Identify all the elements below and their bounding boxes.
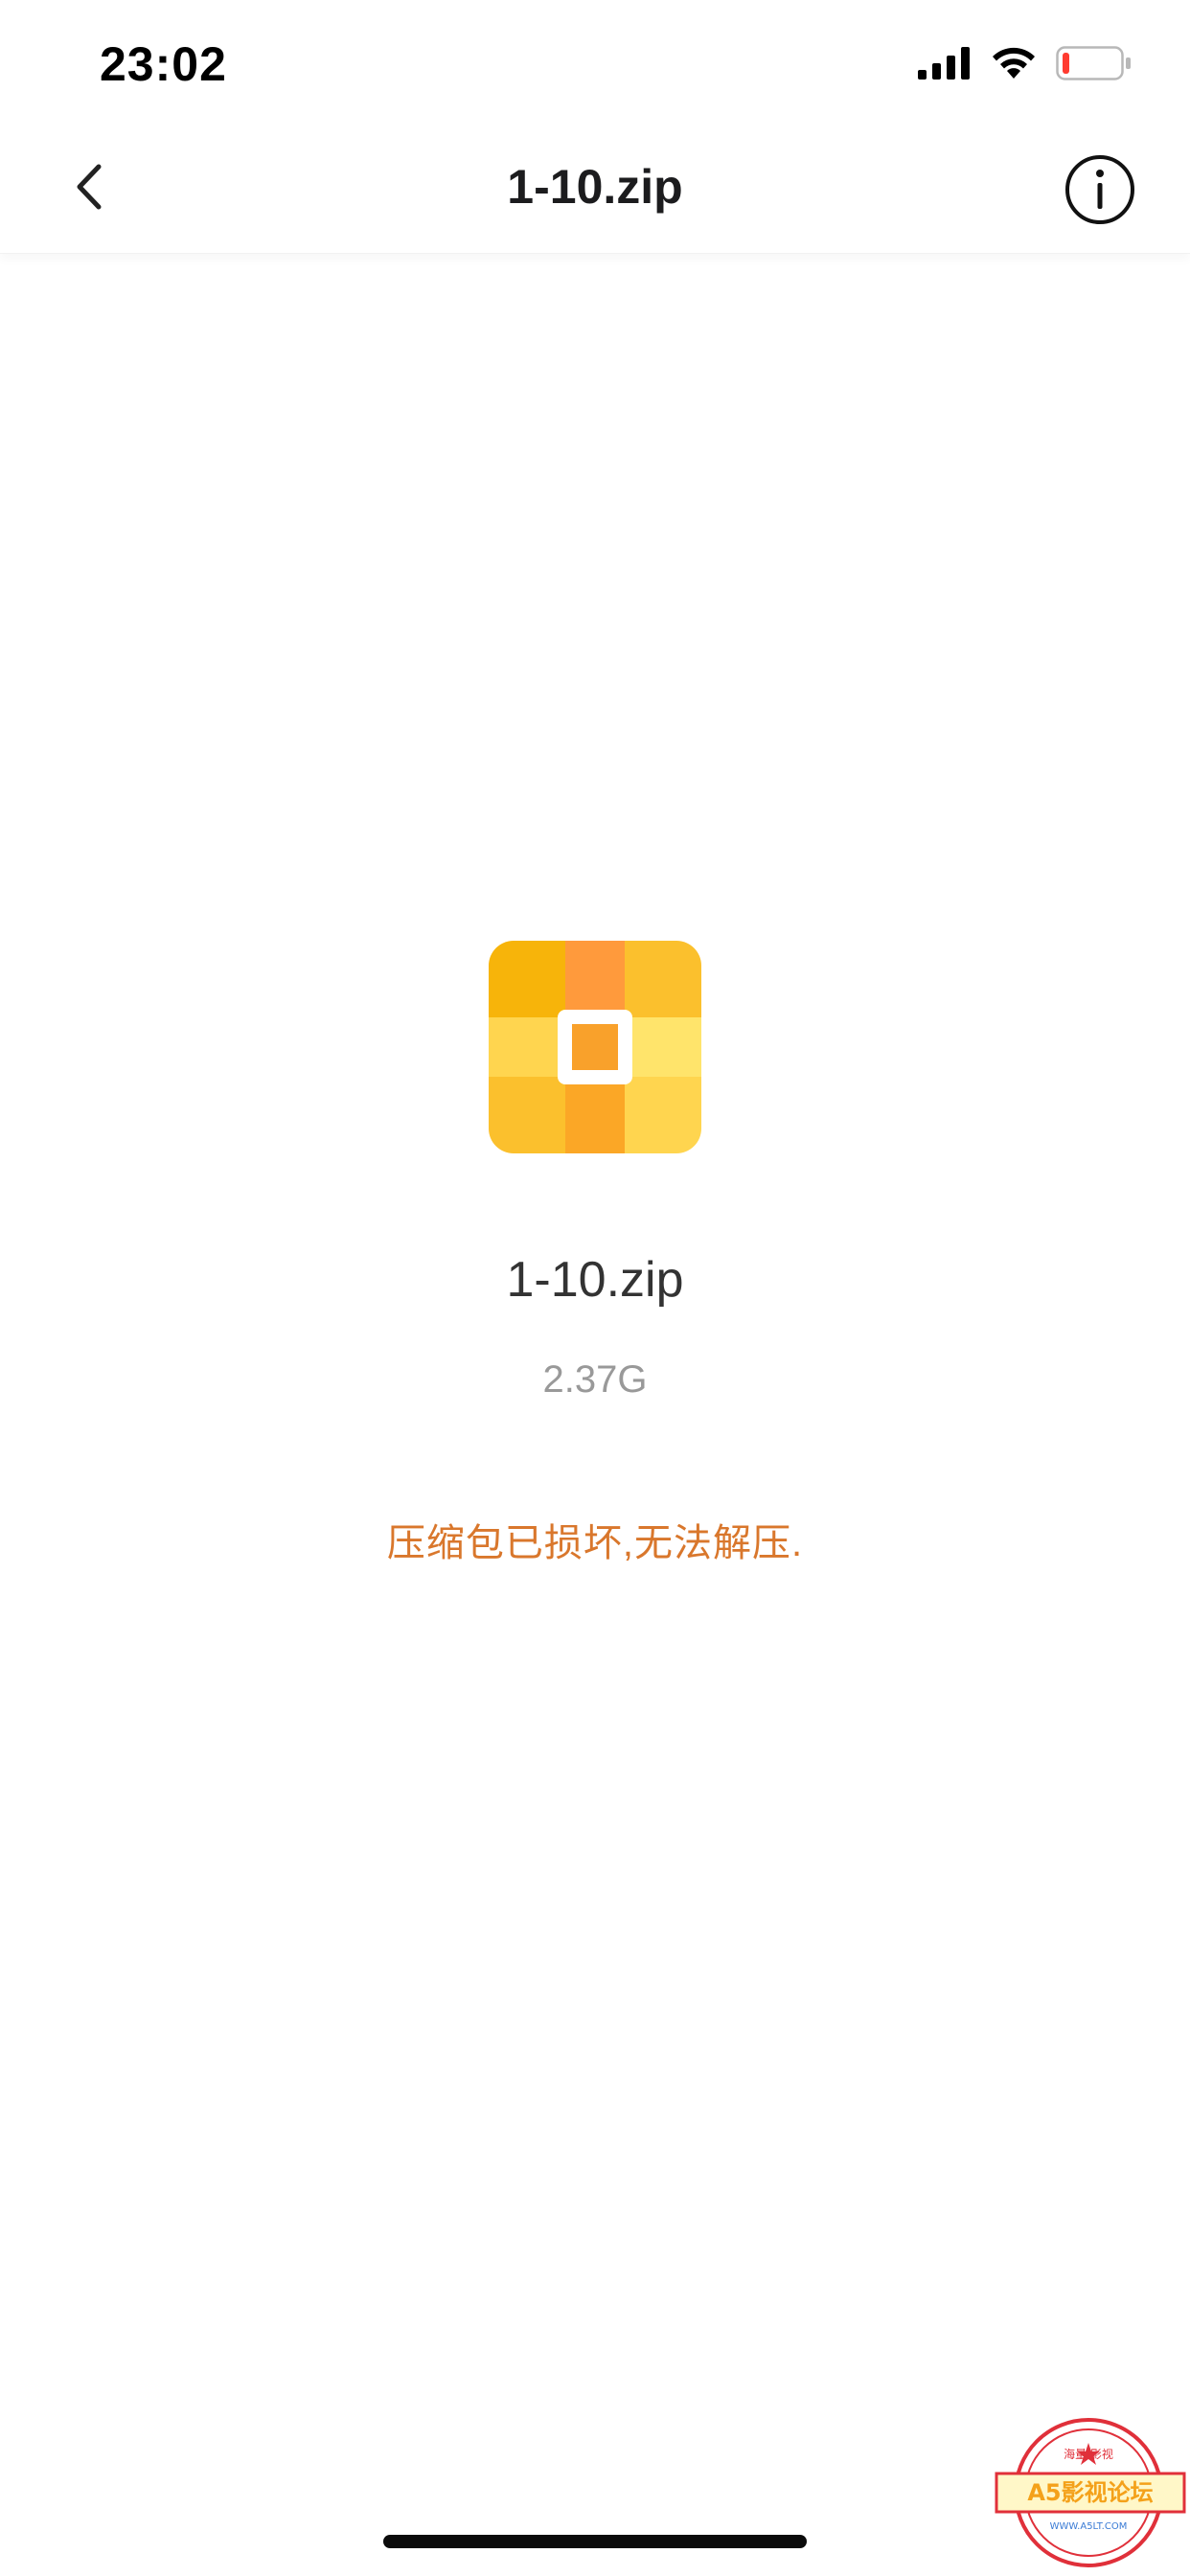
status-time: 23:02 [100,37,227,91]
chevron-left-icon [77,164,102,210]
status-bar: 23:02 [0,0,1190,126]
battery-low-icon [1056,46,1131,80]
home-indicator[interactable] [383,2535,807,2548]
wifi-icon [993,47,1035,79]
watermark-logo: 海量 影视 A5影视论坛 WWW.A5LT.COM [995,2414,1186,2571]
error-message: 压缩包已损坏,无法解压. [386,1522,804,1564]
file-size: 2.37G [542,1358,648,1401]
status-icons [918,42,1133,84]
navigation-bar: 1-10.zip [0,126,1190,254]
cellular-signal-icon [918,47,970,80]
watermark-top-text: 海量 影视 [1064,2447,1113,2461]
watermark-main-text: A5影视论坛 [1027,2479,1153,2506]
page-title: 1-10.zip [507,160,683,214]
info-circle-icon [1065,155,1134,224]
back-button[interactable] [57,153,125,220]
info-button[interactable] [1064,153,1136,226]
zip-archive-icon [489,941,701,1153]
watermark-url: WWW.A5LT.COM [1050,2521,1128,2532]
file-name: 1-10.zip [506,1252,684,1308]
